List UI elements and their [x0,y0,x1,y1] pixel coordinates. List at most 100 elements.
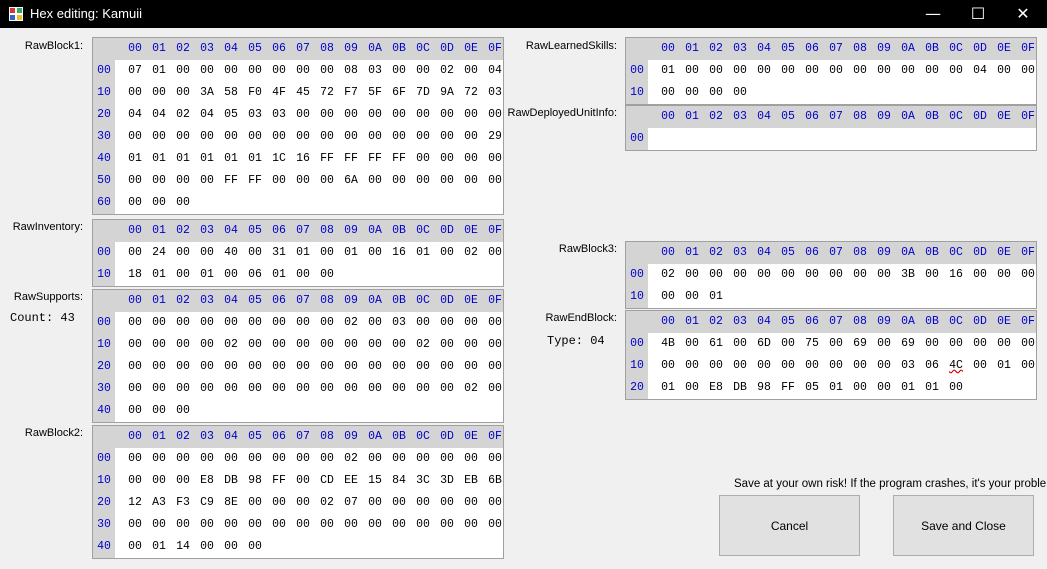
hex-byte[interactable]: 3B [896,264,920,286]
hex-byte[interactable]: FF [776,377,800,399]
hex-byte[interactable]: 00 [147,514,171,536]
hex-byte[interactable]: A3 [147,492,171,514]
hex-byte[interactable]: 1C [267,148,291,170]
hex-byte[interactable]: 00 [483,492,503,514]
hex-byte[interactable]: 00 [363,312,387,334]
hex-byte[interactable]: 00 [171,60,195,82]
hex-byte[interactable]: 00 [411,378,435,400]
hex-byte[interactable]: 00 [483,378,503,400]
hex-byte[interactable]: 01 [824,377,848,399]
hex-byte[interactable]: 00 [920,264,944,286]
hex-byte[interactable]: 00 [267,60,291,82]
hex-byte[interactable]: FF [363,148,387,170]
hex-byte[interactable]: 00 [944,333,968,355]
hex-byte[interactable]: 00 [459,356,483,378]
hex-byte[interactable]: 02 [411,334,435,356]
hex-byte[interactable]: 05 [219,104,243,126]
hex-byte[interactable]: 00 [291,104,315,126]
hex-byte[interactable]: 00 [147,470,171,492]
raw-block-3-hex-editor[interactable]: 00 01 02 03 04 05 06 07 08 09 0A 0B 0C 0D 0E 0F 00 02 00 00… [625,241,1037,309]
hex-byte[interactable]: 00 [752,264,776,286]
hex-byte[interactable]: 00 [411,312,435,334]
hex-byte[interactable]: 03 [387,312,411,334]
hex-byte[interactable]: 00 [728,333,752,355]
hex-byte[interactable]: 00 [872,377,896,399]
hex-byte[interactable]: 00 [219,448,243,470]
title-bar[interactable]: Hex editing: Kamuii — ☐ ✕ [0,0,1047,28]
hex-byte[interactable]: 00 [147,356,171,378]
hex-byte[interactable]: 00 [411,126,435,148]
hex-byte[interactable]: 00 [171,264,195,286]
hex-byte[interactable]: FF [219,170,243,192]
hex-byte[interactable]: 75 [800,333,824,355]
hex-byte[interactable]: 00 [315,242,339,264]
hex-byte[interactable]: 01 [195,264,219,286]
hex-byte[interactable]: 00 [171,448,195,470]
hex-byte[interactable]: 03 [483,82,503,104]
hex-byte[interactable]: 00 [315,104,339,126]
hex-byte[interactable]: 00 [459,334,483,356]
hex-byte[interactable]: 00 [267,126,291,148]
hex-byte[interactable]: 01 [704,286,728,308]
hex-byte[interactable]: 3D [435,470,459,492]
hex-byte[interactable]: 00 [267,378,291,400]
hex-byte[interactable]: 00 [680,333,704,355]
hex-byte[interactable]: 00 [848,60,872,82]
raw-inventory-hex-editor[interactable]: 00 01 02 03 04 05 06 07 08 09 0A 0B 0C 0D 0E 0F 00 00 24 00… [92,219,504,287]
hex-byte[interactable]: 00 [387,356,411,378]
hex-byte[interactable]: 00 [243,312,267,334]
hex-byte[interactable]: 00 [291,356,315,378]
hex-byte[interactable]: 00 [171,514,195,536]
hex-byte[interactable]: 14 [171,536,195,558]
hex-byte[interactable]: 00 [656,82,680,104]
hex-byte[interactable]: 02 [339,312,363,334]
hex-byte[interactable]: 00 [483,334,503,356]
hex-byte[interactable]: 00 [267,448,291,470]
hex-byte[interactable]: 00 [195,126,219,148]
raw-block-2-hex-editor[interactable]: 00 01 02 03 04 05 06 07 08 09 0A 0B 0C 0D 0E 0F 00 00 00 00… [92,425,504,559]
hex-byte[interactable]: 00 [195,60,219,82]
hex-byte[interactable]: 00 [267,170,291,192]
hex-byte[interactable]: 00 [243,378,267,400]
hex-byte[interactable]: 00 [387,448,411,470]
hex-byte[interactable]: 04 [123,104,147,126]
hex-byte[interactable]: 00 [848,355,872,377]
hex-byte[interactable]: 00 [219,378,243,400]
hex-byte[interactable]: 02 [339,448,363,470]
hex-byte[interactable]: 00 [363,334,387,356]
hex-byte[interactable]: 9A [435,82,459,104]
hex-byte[interactable]: 00 [315,264,339,286]
hex-byte[interactable]: 00 [483,514,503,536]
hex-byte[interactable]: 05 [800,377,824,399]
hex-byte[interactable]: 58 [219,82,243,104]
hex-byte[interactable]: 40 [219,242,243,264]
hex-byte[interactable]: 00 [363,242,387,264]
maximize-button[interactable]: ☐ [955,0,1001,28]
hex-byte[interactable]: 00 [123,536,147,558]
hex-byte[interactable]: 00 [483,242,503,264]
hex-byte[interactable]: 00 [387,334,411,356]
hex-byte[interactable]: 00 [315,170,339,192]
hex-byte[interactable]: 00 [171,400,195,422]
hex-byte[interactable]: 00 [411,148,435,170]
hex-byte[interactable]: 00 [363,170,387,192]
hex-byte[interactable]: 00 [123,170,147,192]
hex-byte[interactable]: 00 [968,333,992,355]
hex-byte[interactable]: 00 [992,60,1016,82]
hex-byte[interactable]: 00 [824,355,848,377]
hex-byte[interactable]: 00 [872,264,896,286]
hex-byte[interactable]: 00 [800,60,824,82]
hex-byte[interactable]: 12 [123,492,147,514]
hex-byte[interactable]: 00 [195,448,219,470]
hex-byte[interactable]: 6A [339,170,363,192]
raw-block-1-hex-editor[interactable]: 00 01 02 03 04 05 06 07 08 09 0A 0B 0C 0D 0E 0F 00 07 01 00… [92,37,504,215]
hex-byte[interactable]: 00 [219,312,243,334]
hex-byte[interactable]: 00 [315,60,339,82]
hex-byte[interactable]: 03 [267,104,291,126]
hex-byte[interactable]: 01 [291,242,315,264]
hex-byte[interactable]: 00 [459,148,483,170]
hex-byte[interactable]: 00 [219,60,243,82]
hex-byte[interactable]: 98 [243,470,267,492]
hex-byte[interactable]: 00 [968,355,992,377]
hex-byte[interactable]: 00 [872,355,896,377]
